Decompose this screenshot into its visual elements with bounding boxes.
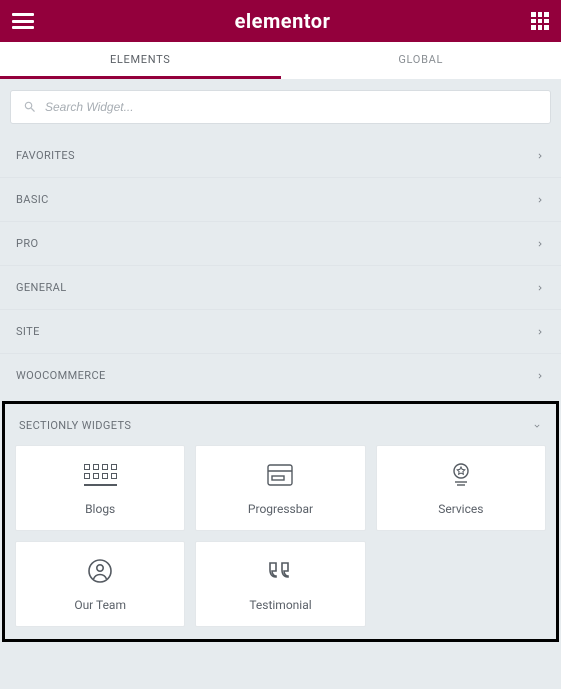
category-label: SITE (16, 325, 40, 338)
highlighted-section: SECTIONLY WIDGETS Blogs Progre (2, 401, 559, 642)
chevron-right-icon (535, 195, 545, 205)
widget-label: Blogs (85, 502, 115, 516)
search-icon (23, 100, 37, 114)
chevron-down-icon (532, 421, 542, 431)
category-label: PRO (16, 237, 39, 250)
chevron-right-icon (535, 327, 545, 337)
person-icon (87, 556, 113, 586)
grid-icon (84, 460, 117, 490)
widget-progressbar[interactable]: Progressbar (195, 445, 365, 531)
widget-blogs[interactable]: Blogs (15, 445, 185, 531)
tab-global[interactable]: GLOBAL (281, 42, 561, 79)
widget-label: Our Team (74, 598, 126, 612)
tab-elements[interactable]: ELEMENTS (0, 42, 281, 79)
category-general[interactable]: GENERAL (0, 266, 561, 309)
chevron-right-icon (535, 371, 545, 381)
apps-grid-icon[interactable] (531, 12, 549, 30)
search-input[interactable] (45, 100, 538, 114)
widget-services[interactable]: Services (376, 445, 546, 531)
tabs: ELEMENTS GLOBAL (0, 42, 561, 80)
progressbar-icon (267, 460, 293, 490)
services-icon (449, 460, 473, 490)
category-pro[interactable]: PRO (0, 222, 561, 265)
widget-label: Testimonial (249, 598, 311, 612)
chevron-right-icon (535, 151, 545, 161)
app-header: elementor (0, 0, 561, 42)
chevron-right-icon (535, 283, 545, 293)
widgets-grid: Blogs Progressbar Service (13, 445, 548, 627)
widget-label: Services (438, 502, 483, 516)
category-label: WOOCOMMERCE (16, 369, 106, 382)
category-favorites[interactable]: FAVORITES (0, 134, 561, 177)
category-label: BASIC (16, 193, 49, 206)
category-label: GENERAL (16, 281, 67, 294)
category-basic[interactable]: BASIC (0, 178, 561, 221)
chevron-right-icon (535, 239, 545, 249)
menu-icon[interactable] (12, 13, 34, 29)
search-field[interactable] (10, 90, 551, 124)
brand-logo: elementor (235, 9, 331, 33)
widget-label: Progressbar (248, 502, 313, 516)
category-sectionly-widgets[interactable]: SECTIONLY WIDGETS (13, 404, 548, 445)
category-site[interactable]: SITE (0, 310, 561, 353)
widget-testimonial[interactable]: Testimonial (195, 541, 365, 627)
quote-icon (266, 556, 294, 586)
widget-our-team[interactable]: Our Team (15, 541, 185, 627)
category-woocommerce[interactable]: WOOCOMMERCE (0, 354, 561, 397)
category-label: FAVORITES (16, 149, 75, 162)
search-container (0, 80, 561, 134)
category-label: SECTIONLY WIDGETS (19, 419, 131, 432)
